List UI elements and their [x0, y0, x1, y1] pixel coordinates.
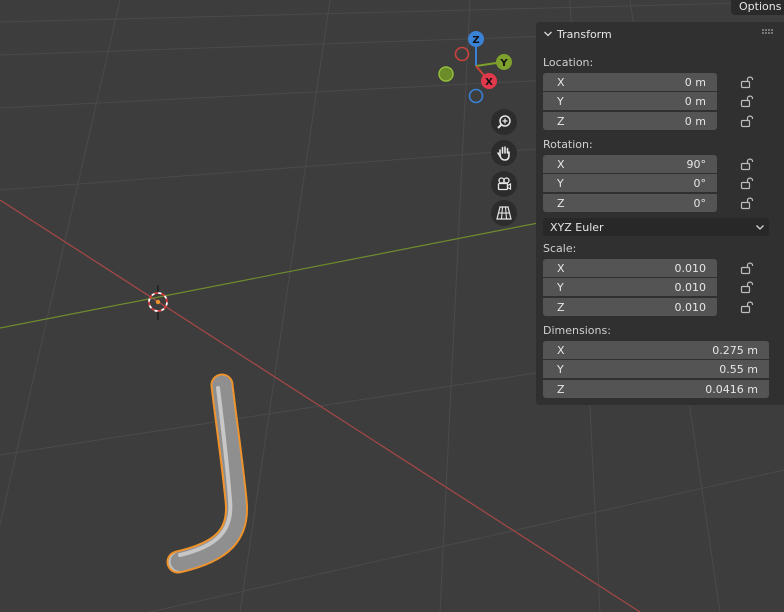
lock-open-icon[interactable]	[740, 196, 754, 210]
selected-mesh-object[interactable]	[166, 373, 249, 574]
sidebar-transform-panel: Transform Location: X 0 m Y 0 m Z 0 m Ro…	[536, 22, 784, 405]
lock-open-icon[interactable]	[740, 75, 754, 89]
scale-y-value: 0.010	[674, 280, 707, 294]
camera-icon	[497, 177, 512, 191]
gizmo-neg-z-icon[interactable]	[468, 88, 484, 104]
gizmo-neg-y-icon[interactable]	[438, 66, 454, 82]
dimensions-y-value: 0.55 m	[719, 362, 758, 376]
rotation-z-value: 0°	[693, 196, 707, 210]
gizmo-x-icon[interactable]: X	[481, 73, 497, 89]
axis-label: Y	[557, 362, 564, 376]
transform-panel-header[interactable]: Transform	[542, 26, 778, 42]
axis-label: Z	[557, 382, 565, 396]
chevron-down-icon	[544, 31, 552, 37]
scale-label: Scale:	[543, 242, 577, 255]
panel-title: Transform	[557, 27, 612, 41]
scale-x-value: 0.010	[674, 261, 707, 275]
lock-open-icon[interactable]	[740, 157, 754, 171]
zoom-icon	[497, 115, 511, 129]
lock-open-icon[interactable]	[740, 114, 754, 128]
location-label: Location:	[543, 56, 594, 69]
lock-open-icon[interactable]	[740, 280, 754, 294]
lock-open-icon[interactable]	[740, 261, 754, 275]
rotation-label: Rotation:	[543, 138, 593, 151]
axis-label: X	[557, 157, 565, 171]
location-z-value: 0 m	[684, 114, 706, 128]
axis-label: Y	[557, 280, 564, 294]
location-y-field[interactable]: Y 0 m	[543, 92, 717, 110]
dimensions-z-value: 0.0416 m	[705, 382, 758, 396]
chevron-down-icon	[756, 225, 764, 230]
lock-open-icon[interactable]	[740, 176, 754, 190]
rotation-mode-select[interactable]: XYZ Euler	[543, 218, 769, 236]
axis-label: Y	[557, 176, 564, 190]
location-x-value: 0 m	[684, 75, 706, 89]
pan-button[interactable]	[491, 140, 517, 166]
location-y-value: 0 m	[684, 94, 706, 108]
drag-handle-icon[interactable]	[762, 29, 774, 36]
rotation-x-value: 90°	[686, 157, 707, 171]
axis-label: X	[557, 343, 565, 357]
axis-label: X	[557, 261, 565, 275]
scale-z-field[interactable]: Z 0.010	[543, 298, 717, 316]
rotation-y-field[interactable]: Y 0°	[543, 174, 717, 192]
svg-text:X: X	[485, 77, 493, 88]
3d-cursor-icon[interactable]	[148, 285, 168, 320]
dimensions-y-field[interactable]: Y 0.55 m	[543, 360, 769, 378]
dimensions-z-field[interactable]: Z 0.0416 m	[543, 380, 769, 398]
svg-text:Y: Y	[499, 58, 508, 69]
gizmo-z-icon[interactable]: Z	[468, 31, 484, 47]
rotation-mode-value: XYZ Euler	[550, 220, 604, 234]
axis-label: Z	[557, 300, 565, 314]
zoom-button[interactable]	[491, 109, 517, 135]
lock-open-icon[interactable]	[740, 300, 754, 314]
axis-label: Z	[557, 196, 565, 210]
scale-y-field[interactable]: Y 0.010	[543, 278, 717, 296]
dimensions-label: Dimensions:	[543, 324, 611, 337]
location-x-field[interactable]: X 0 m	[543, 73, 717, 91]
axis-label: Z	[557, 114, 565, 128]
rotation-x-field[interactable]: X 90°	[543, 155, 717, 173]
axis-label: X	[557, 75, 565, 89]
dimensions-x-field[interactable]: X 0.275 m	[543, 341, 769, 359]
svg-text:Z: Z	[472, 35, 479, 46]
scale-x-field[interactable]: X 0.010	[543, 259, 717, 277]
scale-z-value: 0.010	[674, 300, 707, 314]
rotation-z-field[interactable]: Z 0°	[543, 194, 717, 212]
lock-open-icon[interactable]	[740, 94, 754, 108]
perspective-toggle-button[interactable]	[491, 200, 517, 226]
gizmo-neg-x-icon[interactable]	[454, 46, 470, 62]
gizmo-y-icon[interactable]: Y	[496, 54, 512, 70]
pan-hand-icon	[497, 146, 510, 161]
options-button[interactable]: Options	[731, 0, 784, 15]
axis-label: Y	[557, 94, 564, 108]
camera-view-button[interactable]	[491, 171, 517, 197]
perspective-grid-icon	[496, 206, 512, 220]
dimensions-x-value: 0.275 m	[712, 343, 758, 357]
navigation-gizmo[interactable]: Z Y X	[438, 31, 512, 104]
location-z-field[interactable]: Z 0 m	[543, 112, 717, 130]
rotation-y-value: 0°	[693, 176, 707, 190]
